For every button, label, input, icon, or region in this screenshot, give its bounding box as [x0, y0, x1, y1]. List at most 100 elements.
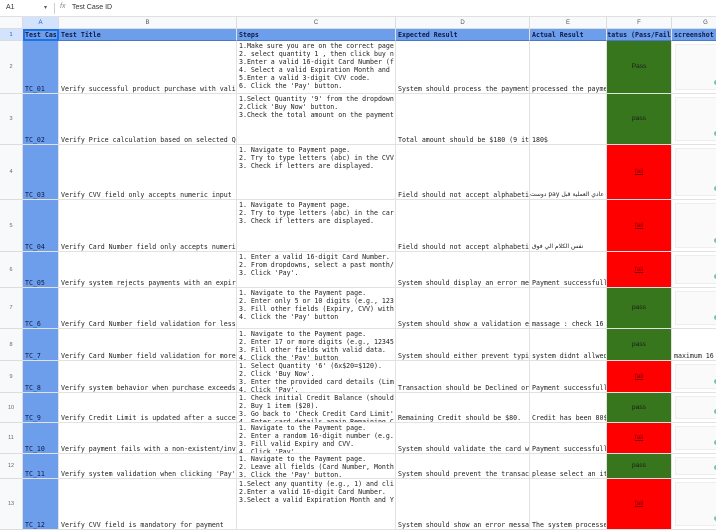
- row-header[interactable]: 13: [0, 479, 23, 530]
- row-header[interactable]: 8: [0, 329, 23, 361]
- expected-result-cell[interactable]: System should validate the card w: [396, 423, 530, 454]
- screenshot-image[interactable]: [675, 255, 716, 284]
- row-header[interactable]: 3: [0, 94, 23, 145]
- expected-result-cell[interactable]: Total amount should be $180 (9 it: [396, 94, 530, 145]
- screenshot-cell[interactable]: [672, 252, 716, 288]
- screenshot-image[interactable]: [675, 97, 716, 141]
- screenshot-cell[interactable]: [672, 393, 716, 423]
- actual-result-cell[interactable]: The system processe: [530, 479, 607, 530]
- expected-result-cell[interactable]: Field should not accept alphabeti: [396, 200, 530, 252]
- test-title-cell[interactable]: Verify Card Number field validation for …: [59, 288, 237, 329]
- status-cell-fail[interactable]: fail: [607, 252, 672, 288]
- test-title-cell[interactable]: Verify Price calculation based on select…: [59, 94, 237, 145]
- steps-cell[interactable]: 1. Navigate to the Payment page. 2. Ente…: [237, 423, 396, 454]
- header-cell-b[interactable]: Test Title: [59, 29, 237, 41]
- steps-cell[interactable]: 1. Navigate to the Payment page. 2. Ente…: [237, 288, 396, 329]
- column-header-c[interactable]: C: [237, 17, 396, 29]
- status-cell-pass[interactable]: pass: [607, 329, 672, 361]
- test-case-id-cell[interactable]: TC_12: [23, 479, 59, 530]
- screenshot-image[interactable]: [675, 482, 716, 526]
- test-case-id-cell[interactable]: TC_8: [23, 361, 59, 393]
- select-all-corner[interactable]: [0, 17, 23, 29]
- steps-cell[interactable]: 1.Select Quantity '9' from the dropdown …: [237, 94, 396, 145]
- header-cell-c[interactable]: Steps: [237, 29, 396, 41]
- screenshot-cell[interactable]: [672, 288, 716, 329]
- screenshot-cell[interactable]: [672, 479, 716, 530]
- row-header[interactable]: 11: [0, 423, 23, 454]
- column-header-d[interactable]: D: [396, 17, 530, 29]
- screenshot-cell[interactable]: [672, 454, 716, 479]
- screenshot-image[interactable]: [675, 44, 716, 90]
- expected-result-cell[interactable]: Remaining Credit should be $80.: [396, 393, 530, 423]
- screenshot-image[interactable]: [675, 148, 716, 196]
- actual-result-cell[interactable]: عادي العملية قبل pay دوست: [530, 145, 607, 200]
- screenshot-cell[interactable]: [672, 145, 716, 200]
- test-case-id-cell[interactable]: TC_01: [23, 41, 59, 94]
- test-title-cell[interactable]: Verify system validation when clicking '…: [59, 454, 237, 479]
- steps-cell[interactable]: 1. Check initial Credit Balance (should …: [237, 393, 396, 423]
- test-title-cell[interactable]: Verify Credit Limit is updated after a s…: [59, 393, 237, 423]
- column-header-b[interactable]: B: [59, 17, 237, 29]
- row-header[interactable]: 9: [0, 361, 23, 393]
- screenshot-cell[interactable]: [672, 423, 716, 454]
- expected-result-cell[interactable]: Transaction should be Declined or: [396, 361, 530, 393]
- row-header[interactable]: 7: [0, 288, 23, 329]
- actual-result-cell[interactable]: please select an it: [530, 454, 607, 479]
- expected-result-cell[interactable]: System should display an error me: [396, 252, 530, 288]
- steps-cell[interactable]: 1. Navigate to the Payment page. 2. Ente…: [237, 329, 396, 361]
- status-cell-pass[interactable]: pass: [607, 288, 672, 329]
- status-cell-pass[interactable]: Pass: [607, 41, 672, 94]
- header-cell-g[interactable]: screenshot: [672, 29, 716, 41]
- steps-cell[interactable]: 1. Select Quantity '6' (6x$20=$120). 2. …: [237, 361, 396, 393]
- test-case-id-cell[interactable]: TC_02: [23, 94, 59, 145]
- test-case-id-cell[interactable]: TC_6: [23, 288, 59, 329]
- column-header-f[interactable]: F: [607, 17, 672, 29]
- test-title-cell[interactable]: Verify Card Number field only accepts nu…: [59, 200, 237, 252]
- test-title-cell[interactable]: Verify system behavior when purchase exc…: [59, 361, 237, 393]
- screenshot-image[interactable]: [675, 364, 716, 389]
- row-header-1[interactable]: 1: [0, 29, 23, 41]
- expected-result-cell[interactable]: System should prevent the transac: [396, 454, 530, 479]
- column-header-a[interactable]: A: [23, 17, 59, 29]
- status-cell-pass[interactable]: pass: [607, 94, 672, 145]
- screenshot-image[interactable]: [675, 457, 716, 475]
- actual-result-cell[interactable]: Payment successfull: [530, 252, 607, 288]
- screenshot-image[interactable]: [675, 396, 716, 419]
- test-title-cell[interactable]: Verify successful product purchase with …: [59, 41, 237, 94]
- test-title-cell[interactable]: Verify payment fails with a non-existent…: [59, 423, 237, 454]
- test-title-cell[interactable]: Verify system rejects payments with an e…: [59, 252, 237, 288]
- actual-result-cell[interactable]: processed the payme: [530, 41, 607, 94]
- status-cell-fail[interactable]: fail: [607, 361, 672, 393]
- actual-result-cell[interactable]: system didnt allwed: [530, 329, 607, 361]
- expected-result-cell[interactable]: System should either prevent typi: [396, 329, 530, 361]
- test-case-id-cell[interactable]: TC_04: [23, 200, 59, 252]
- screenshot-cell[interactable]: [672, 41, 716, 94]
- header-cell-f[interactable]: Status (Pass/Fail): [607, 29, 672, 41]
- test-case-id-cell[interactable]: TC_11: [23, 454, 59, 479]
- screenshot-cell[interactable]: [672, 200, 716, 252]
- row-header[interactable]: 10: [0, 393, 23, 423]
- steps-cell[interactable]: 1. Navigate to the Payment page. 2. Leav…: [237, 454, 396, 479]
- actual-result-cell[interactable]: massage : check 16: [530, 288, 607, 329]
- status-cell-fail[interactable]: fail: [607, 200, 672, 252]
- row-header[interactable]: 12: [0, 454, 23, 479]
- steps-cell[interactable]: 1. Navigate to Payment page. 2. Try to t…: [237, 200, 396, 252]
- status-cell-pass[interactable]: pass: [607, 393, 672, 423]
- header-cell-e[interactable]: Actual Result: [530, 29, 607, 41]
- test-title-cell[interactable]: Verify CVV field only accepts numeric in…: [59, 145, 237, 200]
- test-case-id-cell[interactable]: TC_05: [23, 252, 59, 288]
- status-cell-pass[interactable]: pass: [607, 454, 672, 479]
- actual-result-cell[interactable]: نفس الكلام الي فوق: [530, 200, 607, 252]
- steps-cell[interactable]: 1. Navigate to Payment page. 2. Try to t…: [237, 145, 396, 200]
- test-case-id-cell[interactable]: TC_10: [23, 423, 59, 454]
- actual-result-cell[interactable]: Payment successfull: [530, 361, 607, 393]
- row-header[interactable]: 5: [0, 200, 23, 252]
- column-header-g[interactable]: G: [672, 17, 716, 29]
- screenshot-image[interactable]: [675, 291, 716, 325]
- steps-cell[interactable]: 1. Enter a valid 16-digit Card Number. 2…: [237, 252, 396, 288]
- screenshot-cell[interactable]: [672, 361, 716, 393]
- expected-result-cell[interactable]: System should show an error messa: [396, 479, 530, 530]
- name-box[interactable]: A1: [6, 4, 15, 11]
- steps-cell[interactable]: 1.Make sure you are on the correct page …: [237, 41, 396, 94]
- actual-result-cell[interactable]: Credit has been 80$: [530, 393, 607, 423]
